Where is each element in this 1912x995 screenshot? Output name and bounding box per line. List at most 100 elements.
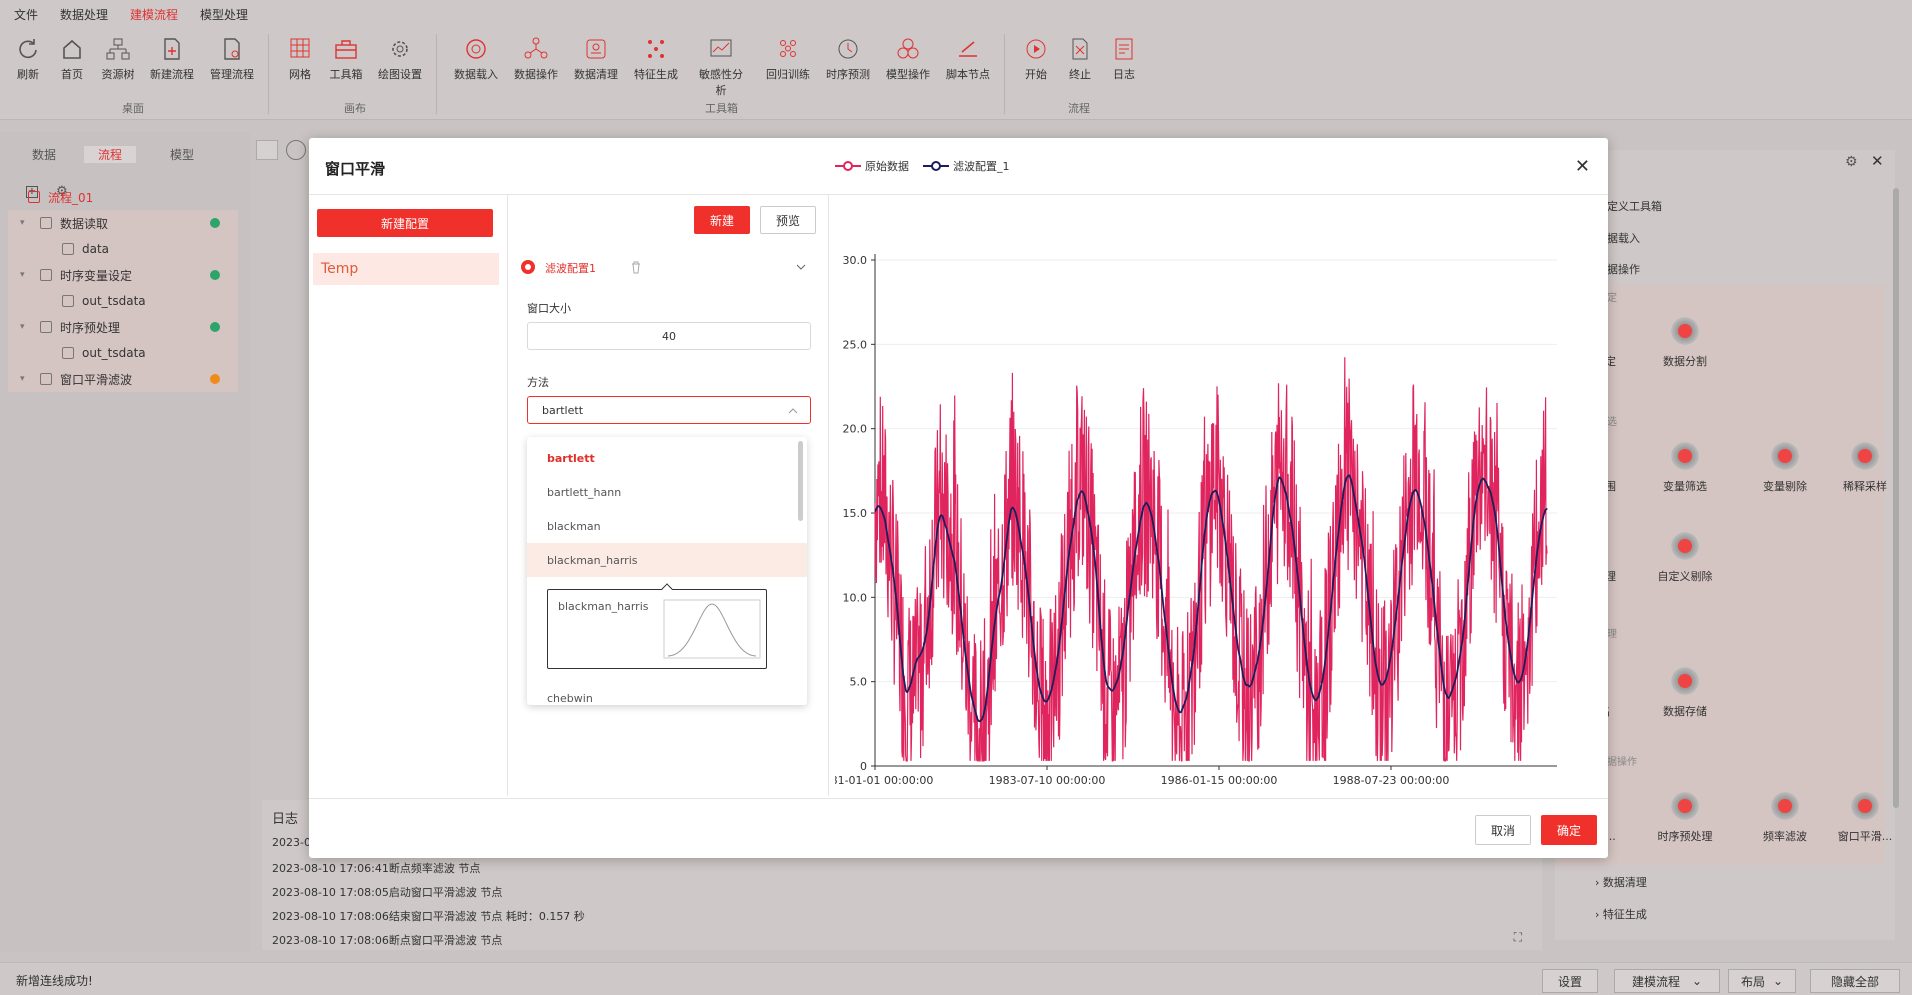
resource-tree-button[interactable]: 资源树 xyxy=(92,36,144,82)
chevron-icon[interactable]: ▾ xyxy=(20,322,34,332)
config-item-temp[interactable]: Temp xyxy=(313,253,499,285)
option-bartlett[interactable]: bartlett xyxy=(527,441,807,475)
y-tick-label: 20.0 xyxy=(843,423,868,436)
settings-button[interactable]: 设置 xyxy=(1542,969,1598,993)
data-load-button[interactable]: 数据载入 xyxy=(450,36,502,82)
menu-data-processing[interactable]: 数据处理 xyxy=(60,6,108,23)
regression-icon xyxy=(780,40,796,57)
section-data-load[interactable]: 据载入 xyxy=(1607,230,1640,246)
tree-item[interactable]: ▾ 时序预处理 xyxy=(8,314,238,340)
hide-all-button[interactable]: 隐藏全部 xyxy=(1810,969,1900,993)
node-icon xyxy=(40,269,52,281)
toolbox-item[interactable]: 频率滤波 xyxy=(1745,790,1825,844)
feature-gen-icon xyxy=(648,40,664,58)
status-pending-icon xyxy=(210,374,220,384)
toolbox-item[interactable]: 变量筛选 xyxy=(1645,440,1725,494)
sensitivity-button[interactable]: 敏感性分析 xyxy=(695,36,747,98)
menu-file[interactable]: 文件 xyxy=(14,6,38,23)
menu-modeling-flow[interactable]: 建模流程 xyxy=(130,6,178,23)
manage-file-icon xyxy=(224,38,240,60)
collapsed-label: 特征生成 xyxy=(1602,908,1647,921)
log-line: 2023-08-10 17:08:06断点窗口平滑滤波 节点 xyxy=(272,934,503,947)
regression-button[interactable]: 回归训练 xyxy=(762,36,814,82)
target-icon[interactable] xyxy=(286,140,306,160)
window-size-input[interactable]: 40 xyxy=(527,322,811,350)
model-ops-button[interactable]: 模型操作 xyxy=(882,36,934,82)
close-icon[interactable]: ✕ xyxy=(1575,156,1590,177)
tab-data[interactable]: 数据 xyxy=(32,146,56,163)
grid-button[interactable]: 网格 xyxy=(274,36,326,82)
log-line: 2023-08-10 17:08:06结束窗口平滑滤波 节点 耗时：0.157 … xyxy=(272,910,585,923)
toolbox-item[interactable]: 数据存储 xyxy=(1645,665,1725,719)
sensitivity-icon xyxy=(710,39,732,57)
data-ops-button[interactable]: 数据操作 xyxy=(510,36,562,82)
option-blackman[interactable]: blackman xyxy=(527,509,807,543)
group-flow: 流程 xyxy=(1068,102,1090,115)
data-clean-button[interactable]: 数据清理 xyxy=(570,36,622,82)
toolbox-item[interactable]: 变量剔除 xyxy=(1745,440,1825,494)
tree-item-label: out_tsdata xyxy=(82,346,146,360)
log-button[interactable]: 日志 xyxy=(1098,36,1150,82)
status-ok-icon xyxy=(210,270,220,280)
window-curve-thumbnail xyxy=(663,599,761,659)
home-button[interactable]: 首页 xyxy=(46,36,98,82)
tree-item[interactable]: ▾ 数据读取 xyxy=(8,210,238,236)
layout-button[interactable]: 布局 ⌄ xyxy=(1728,969,1796,993)
chevron-icon[interactable]: ▾ xyxy=(20,374,34,384)
legend-filtered[interactable]: 滤波配置_1 xyxy=(923,158,1010,174)
modeling-flow-button[interactable]: 建模流程 ⌄ xyxy=(1614,969,1720,993)
tree-item[interactable]: out_tsdata xyxy=(8,288,238,314)
settings-icon[interactable]: ⚙ xyxy=(1845,154,1858,170)
x-tick-label: 1981-01-01 00:00:00 xyxy=(835,774,933,787)
legend-raw-label: 原始数据 xyxy=(865,160,909,173)
confirm-button[interactable]: 确定 xyxy=(1541,815,1597,845)
manage-flow-button[interactable]: 管理流程 xyxy=(206,36,258,82)
section-data-ops[interactable]: 据操作 xyxy=(1607,261,1640,277)
tree-item[interactable]: out_tsdata xyxy=(8,340,238,366)
menu-model-processing[interactable]: 模型处理 xyxy=(200,6,248,23)
section-custom-toolbox[interactable]: 定义工具箱 xyxy=(1607,198,1662,214)
chevron-down-icon[interactable] xyxy=(795,262,807,272)
option-bartlett-hann[interactable]: bartlett_hann xyxy=(527,475,807,509)
plot-settings-button[interactable]: 绘图设置 xyxy=(374,36,426,82)
tab-flow[interactable]: 流程 xyxy=(84,146,137,163)
model-ops-label: 模型操作 xyxy=(886,68,930,81)
option-chebwin[interactable]: chebwin xyxy=(527,681,807,705)
cancel-button[interactable]: 取消 xyxy=(1475,815,1531,845)
toolbox-item[interactable]: 时序预处理 xyxy=(1645,790,1725,844)
new-flow-button[interactable]: 新建流程 xyxy=(146,36,198,82)
radio-selected[interactable] xyxy=(521,260,535,274)
window-smoothing-dialog: 窗口平滑 ✕ 新建配置 Temp 新建 预览 滤波配置1 窗口大小 40 方法 … xyxy=(309,138,1608,858)
chevron-icon[interactable]: ▾ xyxy=(20,270,34,280)
ts-forecast-button[interactable]: 时序预测 xyxy=(822,36,874,82)
new-config-button[interactable]: 新建配置 xyxy=(317,209,493,237)
toolbox-button[interactable]: 工具箱 xyxy=(320,36,372,82)
stop-label: 终止 xyxy=(1069,68,1091,81)
new-button[interactable]: 新建 xyxy=(694,206,750,234)
feature-gen-button[interactable]: 特征生成 xyxy=(630,36,682,82)
collapsed-feature-gen[interactable]: › 特征生成 xyxy=(1595,906,1647,922)
legend-raw[interactable]: 原始数据 xyxy=(835,158,909,174)
log-title: 日志 xyxy=(272,812,299,827)
scrollbar[interactable] xyxy=(1893,188,1899,808)
tab-model[interactable]: 模型 xyxy=(170,146,194,163)
close-icon[interactable]: ✕ xyxy=(1871,152,1884,170)
collapsed-data-clean[interactable]: › 数据清理 xyxy=(1595,874,1647,890)
method-select[interactable]: bartlett xyxy=(527,396,811,424)
preview-button[interactable]: 预览 xyxy=(760,206,816,234)
tree-item[interactable]: data xyxy=(8,236,238,262)
chevron-icon[interactable]: ▾ xyxy=(20,218,34,228)
toolbox-item[interactable]: 自定义剔除 xyxy=(1645,530,1725,584)
chevron-down-icon: ⌄ xyxy=(1772,974,1784,988)
script-node-button[interactable]: 脚本节点 xyxy=(942,36,994,82)
tree-item[interactable]: ▾ 窗口平滑滤波 xyxy=(8,366,238,392)
expand-icon[interactable]: ⛶ xyxy=(1514,930,1522,945)
dropdown-scrollbar[interactable] xyxy=(798,441,803,521)
tree-item[interactable]: ▾ 时序变量设定 xyxy=(8,262,238,288)
trash-icon[interactable] xyxy=(629,260,643,274)
tree-item[interactable]: 流程_01 xyxy=(8,184,238,210)
fit-view-icon[interactable] xyxy=(256,140,278,160)
toolbox-item[interactable]: 数据分割 xyxy=(1645,315,1725,369)
section-label: 定 xyxy=(1607,293,1617,304)
option-blackman-harris[interactable]: blackman_harris xyxy=(527,543,807,577)
